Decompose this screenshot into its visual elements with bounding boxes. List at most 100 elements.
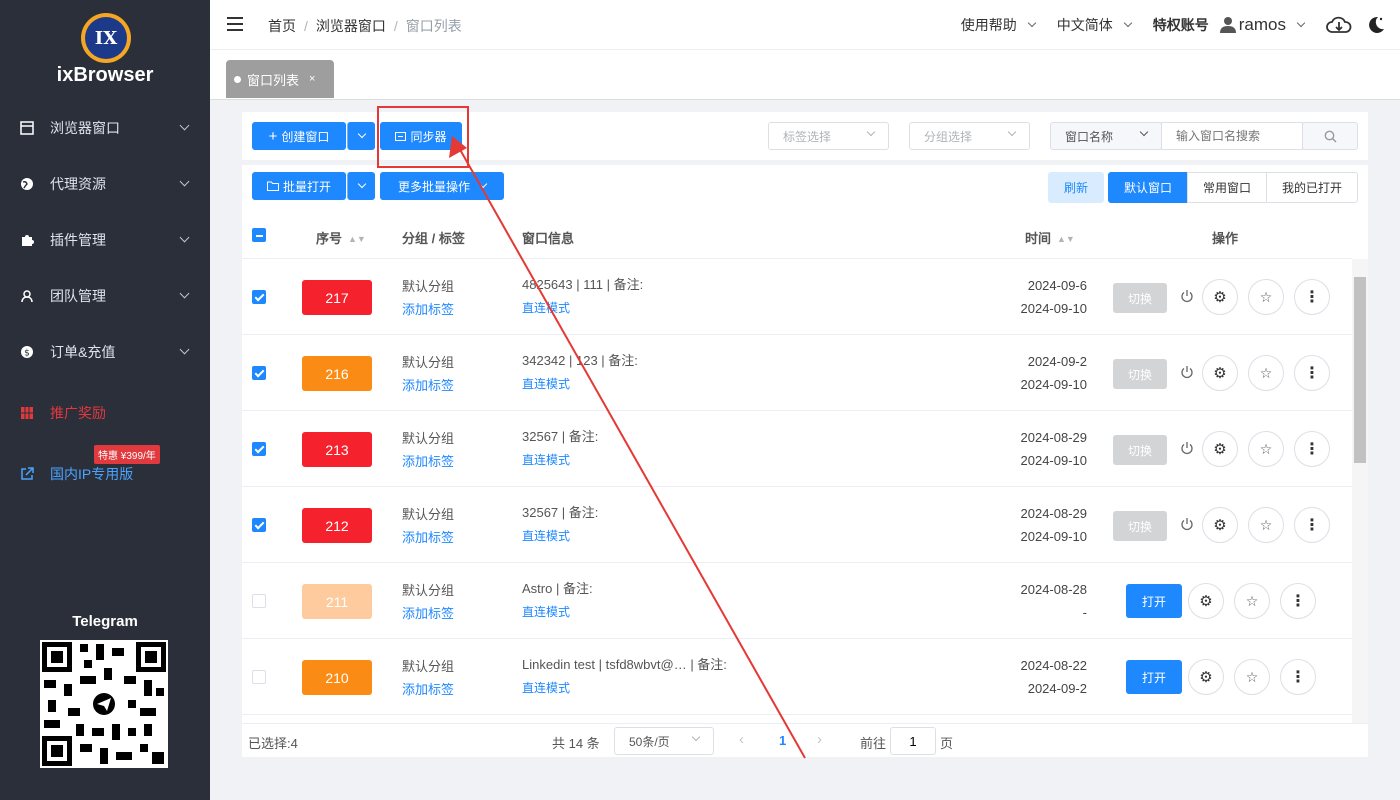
proxy-mode-link[interactable]: 直连模式	[522, 375, 570, 392]
search-button[interactable]	[1302, 122, 1358, 150]
row-checkbox[interactable]	[252, 290, 266, 304]
puzzle-icon	[22, 235, 34, 246]
power-icon[interactable]	[1180, 289, 1194, 303]
table-row[interactable]: 212 默认分组 添加标签 32567 | 备注: 直连模式 2024-08-2…	[242, 487, 1352, 563]
power-icon[interactable]	[1180, 441, 1194, 455]
table-row[interactable]: 217 默认分组 添加标签 4825643 | 111 | 备注: 直连模式 2…	[242, 259, 1352, 335]
next-page-icon[interactable]: ›	[817, 731, 822, 748]
search-field-select[interactable]: 窗口名称	[1050, 122, 1162, 150]
column-header-time[interactable]: 时间 ▲▼	[1025, 228, 1075, 247]
more-button[interactable]: ⋮	[1280, 583, 1316, 619]
more-button[interactable]: ⋮	[1294, 355, 1330, 391]
scrollbar-thumb[interactable]	[1354, 277, 1366, 463]
add-tag-link[interactable]: 添加标签	[402, 299, 454, 318]
switch-button[interactable]: 切换	[1113, 511, 1167, 541]
add-tag-link[interactable]: 添加标签	[402, 375, 454, 394]
create-window-button[interactable]: + 创建窗口	[252, 122, 346, 150]
group-select[interactable]: 分组选择	[909, 122, 1030, 150]
table-row[interactable]: 211 默认分组 添加标签 Astro | 备注: 直连模式 2024-08-2…	[242, 563, 1352, 639]
more-button[interactable]: ⋮	[1280, 659, 1316, 695]
open-button[interactable]: 打开	[1126, 660, 1182, 694]
more-button[interactable]: ⋮	[1294, 431, 1330, 467]
settings-button[interactable]: ⚙	[1202, 355, 1238, 391]
add-tag-link[interactable]: 添加标签	[402, 679, 454, 698]
table-row[interactable]: 210 默认分组 添加标签 Linkedin test | tsfd8wbvt@…	[242, 639, 1352, 715]
favorite-button[interactable]: ☆	[1248, 355, 1284, 391]
favorite-button[interactable]: ☆	[1234, 659, 1270, 695]
table-row[interactable]: 216 默认分组 添加标签 342342 | 123 | 备注: 直连模式 20…	[242, 335, 1352, 411]
external-link-icon	[21, 467, 34, 480]
switch-button[interactable]: 切换	[1113, 283, 1167, 313]
more-button[interactable]: ⋮	[1294, 279, 1330, 315]
breadcrumb-browser-window[interactable]: 浏览器窗口	[316, 18, 386, 34]
switch-button[interactable]: 切换	[1113, 359, 1167, 389]
create-window-dropdown[interactable]	[347, 122, 375, 150]
proxy-mode-link[interactable]: 直连模式	[522, 527, 570, 544]
more-vertical-icon: ⋮	[1304, 365, 1320, 382]
account-type: 特权账号	[1153, 15, 1209, 35]
sidebar-item-promotion[interactable]: 推广奖励	[0, 391, 210, 435]
breadcrumb-home[interactable]: 首页	[268, 18, 296, 34]
power-icon[interactable]	[1180, 517, 1194, 531]
column-header-no[interactable]: 序号 ▲▼	[316, 228, 366, 247]
open-button[interactable]: 打开	[1126, 584, 1182, 618]
row-checkbox[interactable]	[252, 594, 266, 608]
sidebar-item-browser-window[interactable]: 浏览器窗口	[0, 106, 210, 150]
tab-window-list[interactable]: 窗口列表 ×	[226, 60, 334, 98]
proxy-mode-link[interactable]: 直连模式	[522, 679, 570, 696]
sidebar-item-plugins[interactable]: 插件管理	[0, 218, 210, 262]
sort-icon[interactable]: ▲▼	[1057, 234, 1075, 244]
user-menu[interactable]: ramos	[1219, 15, 1306, 35]
sidebar-item-team[interactable]: 团队管理	[0, 274, 210, 318]
tab-my-opened[interactable]: 我的已打开	[1266, 172, 1358, 203]
cloud-download-icon[interactable]	[1326, 14, 1352, 36]
menu-toggle-icon[interactable]	[227, 17, 243, 31]
row-checkbox[interactable]	[252, 366, 266, 380]
prev-page-icon[interactable]: ‹	[739, 731, 744, 748]
help-menu[interactable]: 使用帮助	[961, 15, 1037, 35]
add-tag-link[interactable]: 添加标签	[402, 603, 454, 622]
batch-open-button[interactable]: 批量打开	[252, 172, 346, 200]
sidebar-item-orders[interactable]: $ 订单&充值	[0, 330, 210, 374]
add-tag-link[interactable]: 添加标签	[402, 451, 454, 470]
settings-button[interactable]: ⚙	[1202, 279, 1238, 315]
settings-button[interactable]: ⚙	[1188, 659, 1224, 695]
more-batch-ops-button[interactable]: 更多批量操作	[380, 172, 504, 200]
created-time: 2024-08-22	[1020, 658, 1088, 673]
table-row[interactable]: 213 默认分组 添加标签 32567 | 备注: 直连模式 2024-08-2…	[242, 411, 1352, 487]
refresh-button[interactable]: 刷新	[1048, 172, 1104, 203]
row-checkbox[interactable]	[252, 518, 266, 532]
settings-button[interactable]: ⚙	[1188, 583, 1224, 619]
page-size-select[interactable]: 50条/页	[614, 727, 714, 755]
window-name-search-input[interactable]	[1161, 122, 1303, 150]
settings-button[interactable]: ⚙	[1202, 507, 1238, 543]
row-checkbox[interactable]	[252, 670, 266, 684]
switch-button[interactable]: 切换	[1113, 435, 1167, 465]
tag-select[interactable]: 标签选择	[768, 122, 889, 150]
tab-default-windows[interactable]: 默认窗口	[1108, 172, 1188, 203]
favorite-button[interactable]: ☆	[1234, 583, 1270, 619]
language-select[interactable]: 中文简体	[1057, 15, 1133, 35]
sidebar-item-proxy[interactable]: 代理资源	[0, 162, 210, 206]
row-checkbox[interactable]	[252, 442, 266, 456]
settings-button[interactable]: ⚙	[1202, 431, 1238, 467]
proxy-mode-link[interactable]: 直连模式	[522, 451, 570, 468]
sort-icon[interactable]: ▲▼	[348, 234, 366, 244]
more-button[interactable]: ⋮	[1294, 507, 1330, 543]
power-icon[interactable]	[1180, 365, 1194, 379]
dark-mode-icon[interactable]	[1366, 15, 1386, 35]
proxy-mode-link[interactable]: 直连模式	[522, 299, 570, 316]
current-page[interactable]: 1	[779, 733, 786, 748]
proxy-mode-link[interactable]: 直连模式	[522, 603, 570, 620]
sidebar: IX ixBrowser 浏览器窗口 代理资源 插件管理 团队管理 $ 订单&充…	[0, 0, 210, 800]
select-all-checkbox[interactable]	[252, 228, 266, 242]
favorite-button[interactable]: ☆	[1248, 431, 1284, 467]
sidebar-item-domestic-ip[interactable]: 国内IP专用版	[0, 452, 210, 496]
close-icon[interactable]: ×	[309, 73, 315, 85]
batch-open-dropdown[interactable]	[347, 172, 375, 200]
favorite-button[interactable]: ☆	[1248, 279, 1284, 315]
add-tag-link[interactable]: 添加标签	[402, 527, 454, 546]
favorite-button[interactable]: ☆	[1248, 507, 1284, 543]
tab-common-windows[interactable]: 常用窗口	[1187, 172, 1267, 203]
goto-page-input[interactable]	[890, 727, 936, 755]
